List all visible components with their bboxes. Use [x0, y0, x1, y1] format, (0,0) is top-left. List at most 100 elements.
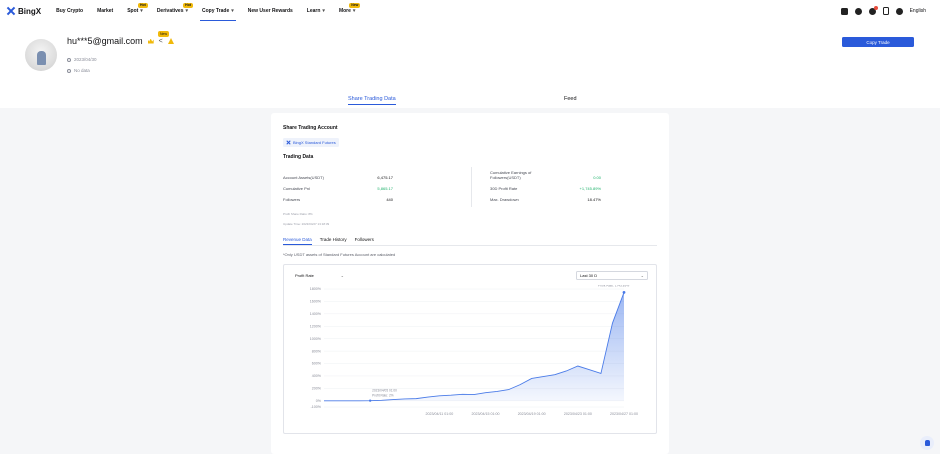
tab-trade-history[interactable]: Trade History [320, 237, 347, 242]
stat-value: 440 [386, 197, 393, 202]
stat-label: Cumulative Pnl [283, 186, 310, 191]
x-tick-label: 2023/04/11 01:00 [426, 412, 454, 416]
nav-item-label: Spot [127, 8, 139, 14]
trading-card: Share Trading Account BingX Standard Fut… [271, 113, 669, 454]
nav-menu: Buy Crypto Market Spot ▾ Hot Derivatives ▾ Hot C… [49, 0, 362, 22]
chevron-down-icon: ▾ [322, 8, 325, 14]
download-icon[interactable] [882, 7, 889, 15]
nav-item-learn[interactable]: Learn ▾ [300, 0, 332, 22]
tags-row: No data [67, 68, 90, 73]
bingx-logo[interactable]: BingX [6, 6, 41, 16]
chevron-down-icon: ⌄ [340, 273, 344, 278]
nav-item-label: More [338, 8, 351, 14]
bingx-logo-icon [6, 6, 16, 16]
stat-value: 5,865.17 [377, 186, 393, 191]
disclaimer-text: *Only USDT assets of Standard Futures Ac… [283, 252, 396, 257]
nav-badge: Hot [137, 3, 148, 8]
x-tick-label: 2023/04/23 01:00 [564, 412, 592, 416]
profit-share-note: Profit Share Ratio: 8% [283, 212, 313, 216]
stat-value: 0.00 [593, 175, 601, 180]
update-time-note: Update Time: 2023/04/27 13:18:39 [283, 222, 330, 226]
x-tick-label: 2023/04/27 01:00 [610, 412, 638, 416]
joined-date: 2023/04/30 [67, 57, 97, 62]
support-button[interactable] [920, 436, 934, 450]
divider [283, 244, 657, 245]
tab-feed[interactable]: Feed [564, 96, 577, 102]
stat-label: Cumulative Earnings of Followers(USDT) [490, 170, 532, 180]
stat-label: 30D Profit Rate [490, 186, 518, 191]
x-tick-label: 2023/04/19 01:00 [518, 412, 546, 416]
globe-icon[interactable] [854, 7, 862, 15]
tooltip-value: Profit Rate: 1745.89% [598, 285, 629, 287]
nav-right: English [840, 5, 926, 15]
range-select[interactable]: Last 30 D ⌄ [576, 271, 648, 280]
stat-value: 6,475.17 [377, 175, 393, 180]
y-tick-label: 600% [312, 362, 322, 366]
nav-item-buy-crypto[interactable]: Buy Crypto [49, 0, 90, 22]
logo-text: BingX [18, 6, 42, 16]
profit-rate-area [324, 292, 624, 401]
share-icon[interactable]: < [159, 38, 163, 45]
language-selector[interactable]: English [910, 8, 926, 14]
clock-icon [67, 57, 71, 62]
stat-label: Max. Drawdown [490, 197, 519, 202]
account-chip[interactable]: BingX Standard Futures [283, 138, 339, 147]
tags-empty-text: No data [74, 68, 90, 73]
y-tick-label: 400% [312, 374, 322, 378]
main-tabs: Share Trading Data Feed [0, 96, 940, 108]
language-label: English [909, 8, 926, 14]
tag-icon [67, 68, 71, 73]
top-nav: BingX Buy Crypto Market Spot ▾ Hot Derivative… [0, 0, 940, 22]
username-row: hu***5@gmail.com < [67, 36, 174, 46]
chevron-down-icon: ⌄ [640, 273, 644, 278]
notification-dot [873, 5, 878, 10]
copy-trade-button[interactable]: Copy Trade [842, 37, 914, 47]
revenue-chart-panel: Profit Rate ⌄ Last 30 D ⌄ -100% 0% 200% 400… [283, 264, 657, 434]
stat-value: +1,745.89% [579, 186, 601, 191]
tab-share-trading-data[interactable]: Share Trading Data [348, 96, 396, 105]
nav-item-derivatives[interactable]: Derivatives ▾ Hot [150, 0, 195, 22]
divider [471, 167, 472, 207]
y-tick-label: 1600% [310, 300, 322, 304]
y-tick-label: 1200% [310, 324, 322, 328]
bell-icon[interactable] [868, 5, 878, 15]
user-icon[interactable] [895, 7, 903, 15]
profit-rate-chart[interactable]: -100% 0% 200% 400% 600% 800% 1000% 1200% 1400% 16… [284, 285, 658, 435]
share-trading-account-title: Share Trading Account [283, 125, 338, 131]
nav-item-new-user-rewards[interactable]: New User Rewards [241, 0, 300, 22]
metric-select[interactable]: Profit Rate ⌄ [292, 271, 347, 280]
username: hu***5@gmail.com [67, 36, 143, 46]
account-chip-label: BingX Standard Futures [293, 140, 336, 145]
tab-revenue-data[interactable]: Revenue Data [283, 237, 312, 245]
crown-icon [147, 38, 154, 44]
chevron-down-icon: ▾ [140, 8, 143, 14]
x-tick-label: 2023/04/15 01:00 [472, 412, 500, 416]
profile-header: New hu***5@gmail.com < 2023/04/30 No dat… [0, 22, 940, 108]
y-tick-label: 0% [316, 399, 322, 403]
y-tick-label: 1400% [310, 312, 322, 316]
nav-item-spot[interactable]: Spot ▾ Hot [120, 0, 150, 22]
y-tick-label: 1000% [310, 337, 322, 341]
joined-date-text: 2023/04/30 [74, 57, 97, 62]
nav-item-market[interactable]: Market [90, 0, 120, 22]
tooltip-value: Profit Rate: 2% [372, 394, 394, 398]
support-icon [924, 440, 930, 446]
nav-item-more[interactable]: More ▾ New [332, 0, 362, 22]
nav-badge: Hot [183, 3, 194, 8]
nav-item-label: Buy Crypto [56, 8, 84, 14]
metric-select-value: Profit Rate [295, 273, 314, 278]
tooltip-date: 2023/04/05 01:00 [372, 389, 397, 393]
bingx-logo-icon [286, 140, 291, 145]
sub-tabs: Revenue Data Trade History Followers [283, 237, 374, 245]
nav-badge: New [349, 3, 361, 8]
y-tick-label: 200% [312, 387, 322, 391]
range-select-value: Last 30 D [580, 273, 598, 278]
mail-icon[interactable] [840, 7, 848, 15]
y-tick-label: 1800% [310, 287, 322, 291]
warning-icon[interactable] [167, 38, 174, 44]
data-point-marker [368, 399, 372, 402]
chevron-down-icon: ▾ [231, 8, 234, 14]
tab-followers[interactable]: Followers [355, 237, 374, 242]
nav-item-label: Learn [306, 8, 321, 14]
nav-item-copy-trade[interactable]: Copy Trade ▾ [195, 0, 241, 22]
